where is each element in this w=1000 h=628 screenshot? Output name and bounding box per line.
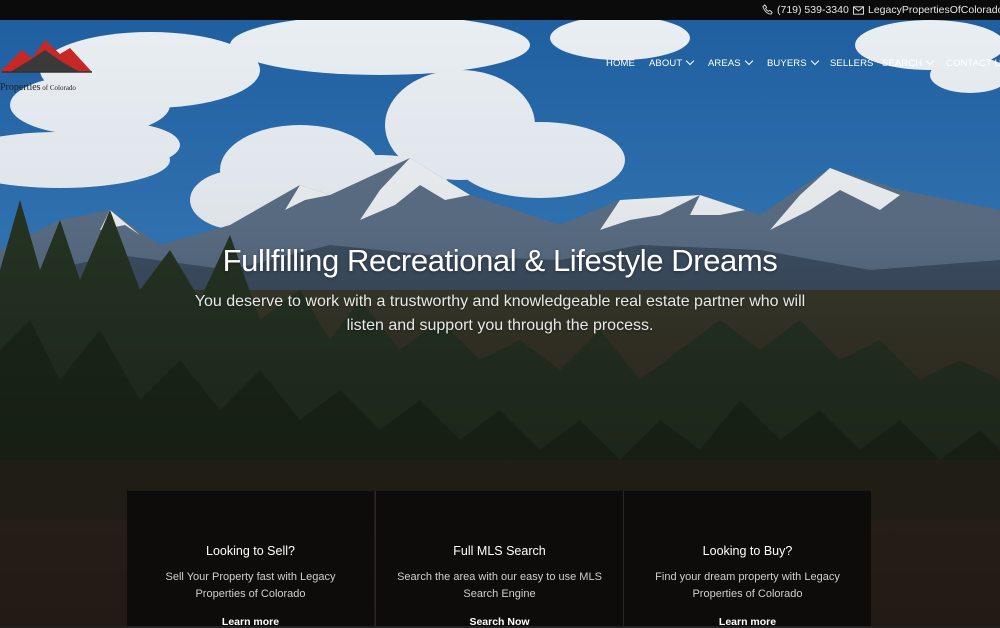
phone-number: (719) 539-3340 xyxy=(777,4,849,16)
hero-subheadline: You deserve to work with a trustworthy a… xyxy=(194,293,806,334)
nav-sellers[interactable]: SELLERS xyxy=(830,58,873,69)
nav-about[interactable]: ABOUT xyxy=(649,56,695,69)
hero-headline: Fullfilling Recreational & Lifestyle Dre… xyxy=(222,243,778,278)
envelope-icon xyxy=(853,6,864,15)
learn-more-link[interactable]: Learn more xyxy=(127,616,374,628)
card-text: Find your dream property with Legacy Pro… xyxy=(655,571,840,600)
nav-areas[interactable]: AREAS xyxy=(708,56,753,69)
chevron-down-icon xyxy=(744,56,753,66)
card-buy: Looking to Buy? Find your dream property… xyxy=(623,491,871,628)
nav-buyers[interactable]: BUYERS xyxy=(767,56,819,69)
nav-contact-us[interactable]: CONTACT US xyxy=(946,58,1000,69)
chevron-down-icon xyxy=(810,56,819,66)
search-now-link[interactable]: Search Now xyxy=(376,616,623,628)
card-title: Looking to Buy? xyxy=(702,544,793,558)
nav-home[interactable]: HOME xyxy=(606,58,635,69)
email-address: LegacyPropertiesOfColorado@ xyxy=(868,4,1000,16)
feature-cards: Looking to Sell? Sell Your Property fast… xyxy=(127,491,871,628)
card-sell: Looking to Sell? Sell Your Property fast… xyxy=(127,491,374,628)
email-link[interactable]: LegacyPropertiesOfColorado@ xyxy=(853,0,1000,20)
phone-link[interactable]: (719) 539-3340 xyxy=(762,0,849,20)
card-mls-search: Full MLS Search Search the area with our… xyxy=(375,491,623,628)
phone-icon xyxy=(762,4,773,15)
site-logo[interactable]: Properties of Colorado xyxy=(0,20,100,100)
logo-text: Properties of Colorado xyxy=(0,82,76,93)
card-text: Search the area with our easy to use MLS… xyxy=(397,571,602,600)
card-text: Sell Your Property fast with Legacy Prop… xyxy=(165,571,336,600)
card-title: Full MLS Search xyxy=(453,544,546,558)
card-title: Looking to Sell? xyxy=(206,544,295,558)
chevron-down-icon xyxy=(925,56,935,66)
contact-bar: (719) 539-3340 LegacyPropertiesOfColorad… xyxy=(0,0,1000,20)
learn-more-link[interactable]: Learn more xyxy=(624,616,871,628)
nav-search[interactable]: SEARCH xyxy=(882,56,935,69)
chevron-down-icon xyxy=(685,56,695,66)
mountain-logo-icon xyxy=(0,40,92,73)
